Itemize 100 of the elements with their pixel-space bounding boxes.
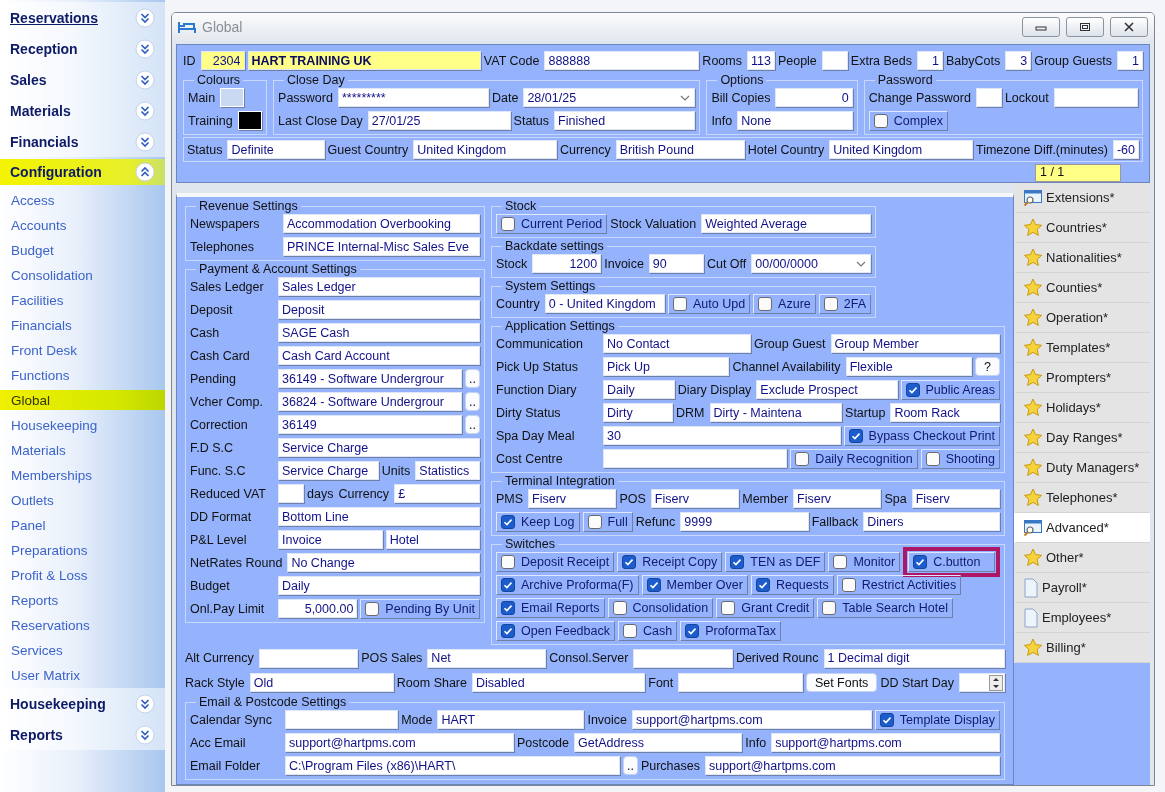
checkbox[interactable]: Template Display [874,709,1000,730]
color-swatch[interactable] [220,88,245,107]
expand-icon[interactable] [135,69,155,90]
expand-icon[interactable] [135,724,155,745]
input-field[interactable]: Room Rack [890,403,1000,422]
nav-item[interactable]: Financials [0,313,165,338]
input-field[interactable]: Deposit [278,300,480,319]
collapse-icon[interactable] [135,162,155,182]
maximize-button[interactable] [1066,17,1104,37]
input-field[interactable]: 9999 [680,512,809,531]
nav-item[interactable]: Front Desk [0,338,165,363]
input-field[interactable]: United Kingdom [829,140,973,159]
input-field[interactable]: Daily [603,380,675,399]
expand-icon[interactable] [135,693,155,714]
browse-button[interactable]: .. [465,415,480,434]
nav-item[interactable]: Reservations [0,613,165,638]
nav-item[interactable]: Access [0,188,165,213]
checkbox[interactable]: Complex [868,110,949,131]
checkbox[interactable]: C.button [908,551,995,572]
minimize-button[interactable] [1022,17,1060,37]
input-field[interactable] [975,88,1002,107]
input-field[interactable]: PRINCE Internal-Misc Sales Eve [283,237,480,256]
checkbox[interactable]: 2FA [818,293,871,314]
input-field[interactable]: Fiserv [793,489,882,508]
nav-item[interactable]: Services [0,638,165,663]
list-item[interactable]: Holidays* [1014,393,1150,423]
input-field[interactable]: SAGE Cash [278,323,480,342]
nav-item[interactable]: Reports [0,588,165,613]
input-field[interactable] [258,648,359,668]
list-item[interactable]: Counties* [1014,273,1150,303]
nav-item[interactable]: Accounts [0,213,165,238]
input-field[interactable] [633,648,733,668]
input-field[interactable]: GetAddress [574,733,743,752]
expand-icon[interactable] [135,7,155,28]
checkbox[interactable]: Archive Proforma(F) [496,574,639,595]
nav-item[interactable]: User Matrix [0,663,165,688]
input-field[interactable]: Diners [863,512,1000,531]
checkbox[interactable]: Current Period [496,213,608,234]
checkbox[interactable]: Monitor [828,551,901,572]
input-field[interactable]: HART TRAINING UK [247,51,481,70]
input-field[interactable]: Disabled [472,673,646,693]
input-field[interactable] [603,449,788,468]
input-field[interactable]: Cash Card Account [278,346,480,365]
input-field[interactable]: Service Charge [278,461,379,480]
input-field[interactable] [278,484,304,503]
nav-item[interactable]: Profit & Loss [0,563,165,588]
checkbox[interactable]: Shooting [920,448,1000,469]
input-field[interactable]: 888888 [544,51,700,70]
input-field[interactable]: United Kingdom [413,140,557,159]
input-field[interactable]: Service Charge [278,438,480,457]
input-field[interactable]: £ [394,484,480,503]
input-field[interactable]: 1200 [532,254,602,273]
checkbox[interactable]: Open Feedback [496,620,615,641]
input-field[interactable]: 36824 - Software Undergrour [278,392,463,411]
nav-item[interactable]: Memberships [0,463,165,488]
input-field[interactable]: 90 [648,254,704,273]
nav-item[interactable]: Functions [0,363,165,388]
input-field[interactable]: No Change [287,553,480,572]
checkbox[interactable]: TEN as DEF [725,551,826,572]
nav-item[interactable]: Materials [0,438,165,463]
checkbox[interactable]: Table Search Hotel [817,597,953,618]
list-item[interactable]: Payroll* [1014,573,1150,603]
input-field[interactable]: support@hartpms.com [771,733,1000,752]
checkbox[interactable]: Auto Upd [667,293,751,314]
list-item[interactable]: Templates* [1014,333,1150,363]
checkbox[interactable]: Receipt Copy [617,551,723,572]
expand-icon[interactable] [135,38,155,59]
input-field[interactable]: Fiserv [528,489,617,508]
list-item[interactable]: Employees* [1014,603,1150,633]
checkbox[interactable]: Pending By Unit [360,598,480,619]
push-button[interactable]: Set Fonts [805,673,878,693]
input-field[interactable]: Dirty - Maintena [709,403,843,422]
list-item[interactable]: Advanced* [1014,513,1150,543]
nav-item[interactable]: Global [0,390,165,410]
nav-item[interactable]: Consolidation [0,263,165,288]
checkbox[interactable]: Bypass Checkout Print [843,425,1000,446]
input-field[interactable]: -60 [1112,140,1140,159]
list-item[interactable]: Duty Managers* [1014,453,1150,483]
input-field[interactable]: 113 [746,51,775,70]
nav-item[interactable]: Facilities [0,288,165,313]
checkbox[interactable]: Full [582,511,633,532]
input-field[interactable]: 30 [603,426,841,445]
input-field[interactable]: None [737,111,853,130]
input-field[interactable]: 27/01/25 [367,111,511,130]
input-field[interactable]: Exclude Prospect [756,380,898,399]
input-field[interactable]: Pick Up [603,357,730,376]
list-item[interactable]: Day Ranges* [1014,423,1150,453]
input-field[interactable]: Daily [278,576,480,595]
list-item[interactable]: Nationalities* [1014,243,1150,273]
input-field[interactable]: 1 [1117,51,1143,70]
browse-button[interactable]: .. [465,392,480,411]
list-item[interactable]: Billing* [1014,633,1150,663]
checkbox[interactable]: Requests [750,574,834,595]
input-field[interactable]: Dirty [603,403,674,422]
input-field[interactable]: British Pound [615,140,745,159]
input-field[interactable] [1053,88,1138,107]
checkbox[interactable]: Daily Recognition [790,448,918,469]
input-field[interactable]: Old [249,673,394,693]
nav-section[interactable]: Configuration [0,159,165,185]
input-field[interactable]: C:\Program Files (x86)\HART\ [285,756,620,775]
